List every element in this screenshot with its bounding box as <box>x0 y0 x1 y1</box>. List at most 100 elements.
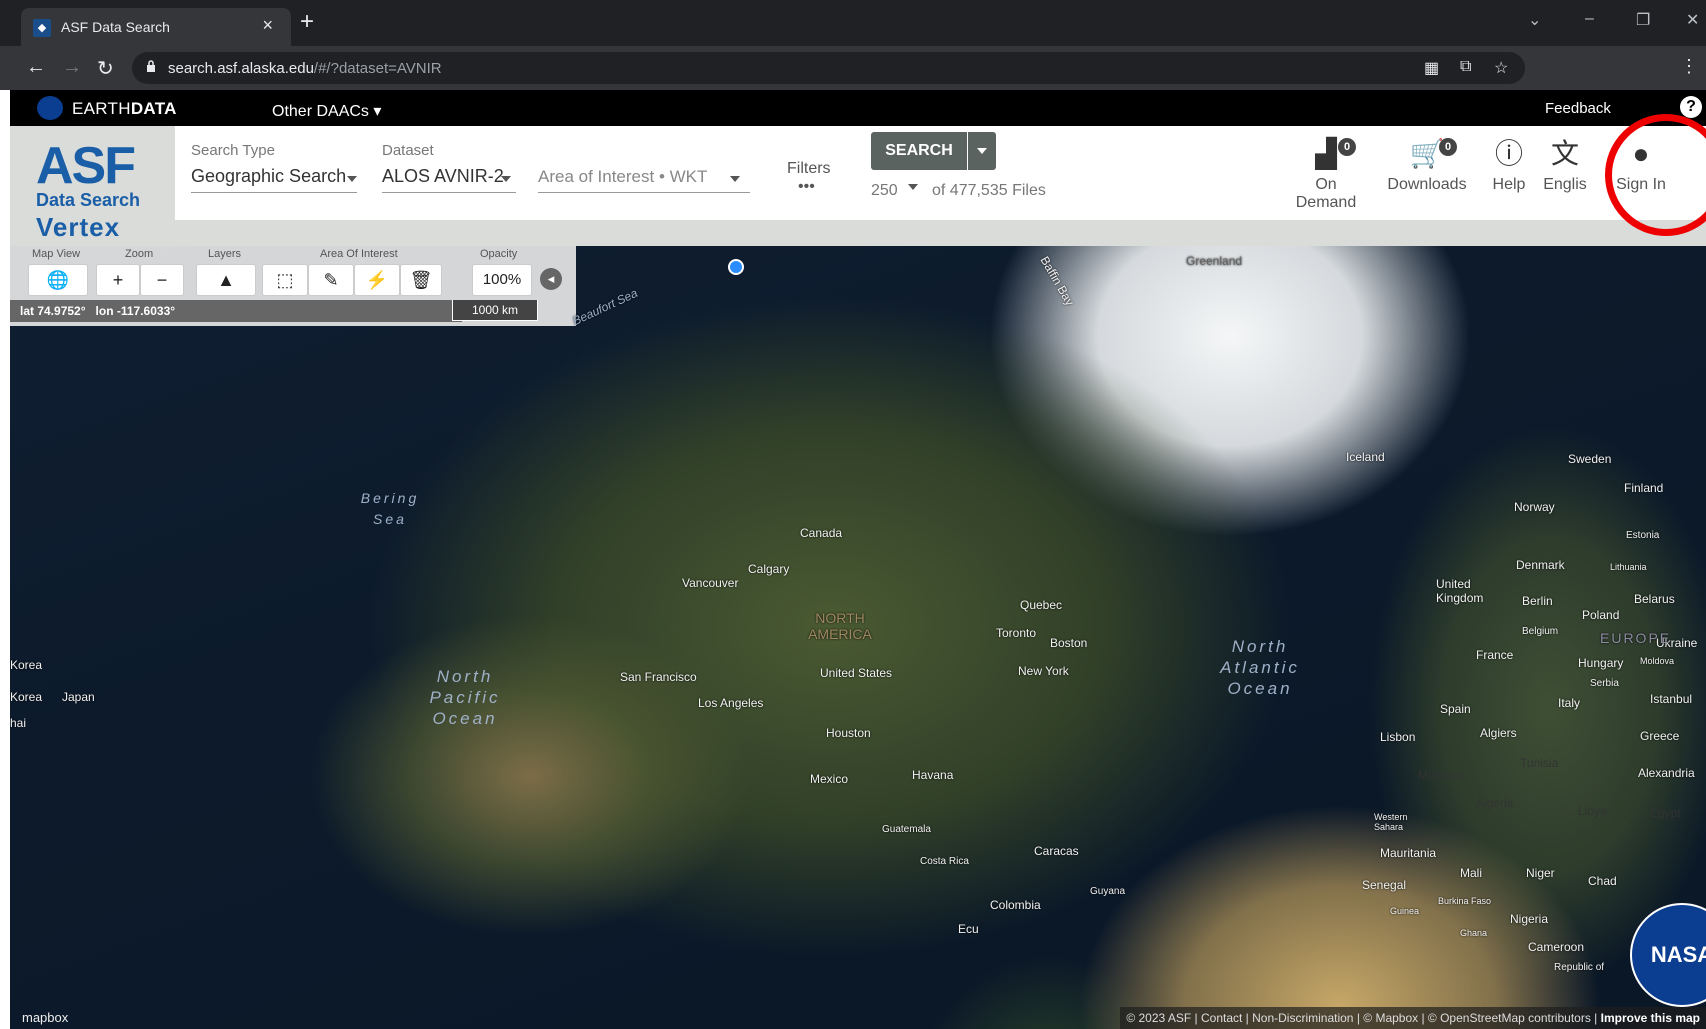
dataset-select[interactable]: ALOS AVNIR-2 <box>382 166 504 187</box>
browser-menu-icon[interactable]: ⋮ <box>1680 56 1698 77</box>
map-label-havana: Havana <box>912 768 954 782</box>
logo-asf-text: ASF <box>36 137 136 195</box>
map-label-estonia: Estonia <box>1626 530 1660 541</box>
map-label-beaufort-sea: Beaufort Sea <box>570 285 640 329</box>
collapse-arrow-icon[interactable]: ◂ <box>540 268 562 290</box>
map-label-western-sahara: Western Sahara <box>1374 812 1408 832</box>
reload-icon[interactable]: ↻ <box>97 56 114 81</box>
tab-search-icon[interactable]: ⌄ <box>1528 10 1541 30</box>
url-text: search.asf.alaska.edu/#/?dataset=AVNIR <box>168 60 442 77</box>
minimize-icon[interactable]: – <box>1585 10 1594 28</box>
map-label-lisbon: Lisbon <box>1380 730 1416 744</box>
map-label-finland: Finland <box>1624 481 1664 495</box>
map-label-caracas: Caracas <box>1034 844 1079 858</box>
map-label-greenland: Greenland <box>1186 254 1243 268</box>
language-button[interactable]: 文 Englis <box>1540 136 1590 194</box>
layers-mountain-icon[interactable]: ▲ <box>196 264 256 296</box>
map-label-colombia: Colombia <box>990 898 1041 912</box>
new-tab-icon[interactable]: + <box>300 8 314 36</box>
downloads-button[interactable]: 🛒 Downloads 0 <box>1385 136 1469 194</box>
browser-tab-bar: ◆ ASF Data Search × + ⌄ – ❐ ✕ <box>0 0 1706 46</box>
bookmark-star-icon[interactable]: ☆ <box>1494 58 1508 78</box>
mapbox-logo[interactable]: mapbox <box>22 1010 68 1025</box>
globe-icon[interactable]: 🌐 <box>28 264 88 296</box>
on-demand-button[interactable]: ▟ On Demand 0 <box>1283 136 1369 212</box>
earthdata-bar: EARTHDATA Other DAACs ▾ Feedback ? <box>10 90 1706 126</box>
map-label-norway: Norway <box>1514 500 1555 514</box>
map-label-san-francisco: San Francisco <box>620 670 697 684</box>
map-label-alexandria: Alexandria <box>1638 766 1695 780</box>
draw-box-icon[interactable]: ⬚ <box>262 264 308 296</box>
map-label-senegal: Senegal <box>1362 878 1407 892</box>
help-button[interactable]: ⓘ Help <box>1485 136 1533 194</box>
on-demand-icon: ▟ <box>1315 138 1337 169</box>
delete-trash-icon[interactable]: 🗑 <box>400 264 442 296</box>
opacity-select[interactable]: 100% <box>472 264 532 296</box>
search-type-select[interactable]: Geographic Search <box>191 166 346 187</box>
close-tab-icon[interactable]: × <box>262 15 273 36</box>
max-results-caret-icon[interactable] <box>908 184 918 190</box>
dataset-caret-icon[interactable] <box>501 176 511 182</box>
on-demand-badge: 0 <box>1338 138 1356 156</box>
map-label-hai: hai <box>10 716 27 730</box>
url-field[interactable]: search.asf.alaska.edu/#/?dataset=AVNIR ▦… <box>132 52 1525 84</box>
forward-icon[interactable]: → <box>62 56 82 79</box>
map-label-baffin-bay: Baffin Bay <box>1037 253 1077 309</box>
map-label-los-angeles: Los Angeles <box>698 696 764 710</box>
max-results-select[interactable]: 250 <box>871 182 898 200</box>
map-label-algiers: Algiers <box>1480 726 1517 740</box>
map-label-calgary: Calgary <box>748 562 790 576</box>
clear-edit-icon[interactable]: ⚡ <box>354 264 400 296</box>
search-dropdown-button[interactable] <box>968 132 996 170</box>
map-label-libya: Libya <box>1578 804 1607 818</box>
zoom-in-icon[interactable]: + <box>96 264 140 296</box>
map-label-north-pacific: North Pacific Ocean <box>429 667 501 728</box>
logo-data-search-text: Data Search <box>36 190 141 210</box>
aoi-input[interactable]: Area of Interest • WKT <box>538 167 707 187</box>
map-label-spain: Spain <box>1440 702 1471 716</box>
map-label-italy: Italy <box>1558 696 1581 710</box>
aoi-caret-icon[interactable] <box>730 176 740 182</box>
search-type-label: Search Type <box>191 142 275 159</box>
map-label-hungary: Hungary <box>1578 656 1624 670</box>
qr-code-icon[interactable]: ▦ <box>1424 58 1439 78</box>
map-location-pin-icon[interactable] <box>728 259 744 275</box>
help-icon[interactable]: ? <box>1680 96 1702 118</box>
map-label-mauritania: Mauritania <box>1380 846 1437 860</box>
filters-button[interactable]: Filters <box>787 160 831 178</box>
map-label-greece: Greece <box>1640 729 1680 743</box>
map-label-egypt: Egypt <box>1650 806 1681 820</box>
on-demand-label: On Demand <box>1295 176 1357 211</box>
cart-icon: 🛒 <box>1409 138 1445 169</box>
earthdata-logo[interactable]: EARTHDATA <box>72 99 177 119</box>
map-label-mali: Mali <box>1460 866 1483 880</box>
map-attribution[interactable]: © 2023 ASF | Contact | Non-Discriminatio… <box>1120 1007 1706 1029</box>
back-icon[interactable]: ← <box>26 56 46 79</box>
nasa-meatball-logo: NASA <box>1630 903 1706 1007</box>
map-controls-panel: Map View Zoom Layers Area Of Interest Op… <box>10 246 576 326</box>
map-label-ecu: Ecu <box>958 922 979 936</box>
zoom-out-icon[interactable]: − <box>140 264 184 296</box>
restore-icon[interactable]: ❐ <box>1636 10 1650 30</box>
feedback-link[interactable]: Feedback <box>1545 100 1611 117</box>
search-type-caret-icon[interactable] <box>347 176 357 182</box>
map-label-north-atlantic: North Atlantic Ocean <box>1220 637 1300 698</box>
asf-vertex-logo[interactable]: ASF Data Search Vertex <box>10 126 175 246</box>
map-label-lithuania: Lithuania <box>1610 562 1647 572</box>
file-count: of 477,535 Files <box>932 182 1046 199</box>
search-button[interactable]: SEARCH <box>871 132 967 170</box>
map-label-iceland: Iceland <box>1346 450 1385 464</box>
browser-tab[interactable]: ◆ ASF Data Search × <box>21 8 291 46</box>
other-daacs-menu[interactable]: Other DAACs ▾ <box>272 101 381 121</box>
map-label-bering-sea: Bering Sea <box>360 490 420 527</box>
filters-more-icon[interactable]: ••• <box>798 178 815 196</box>
map-label-algeria: Algeria <box>1476 796 1514 810</box>
map-label-guinea: Guinea <box>1390 906 1420 916</box>
map-label-cameroon: Cameroon <box>1528 940 1585 954</box>
edit-pencil-icon[interactable]: ✎ <box>308 264 354 296</box>
help-circle-icon: ⓘ <box>1494 138 1523 169</box>
translate-icon[interactable]: ⧉ <box>1460 58 1471 76</box>
map-label-chad: Chad <box>1588 874 1617 888</box>
close-window-icon[interactable]: ✕ <box>1686 10 1699 30</box>
map[interactable]: Map View Zoom Layers Area Of Interest Op… <box>10 246 1706 1029</box>
